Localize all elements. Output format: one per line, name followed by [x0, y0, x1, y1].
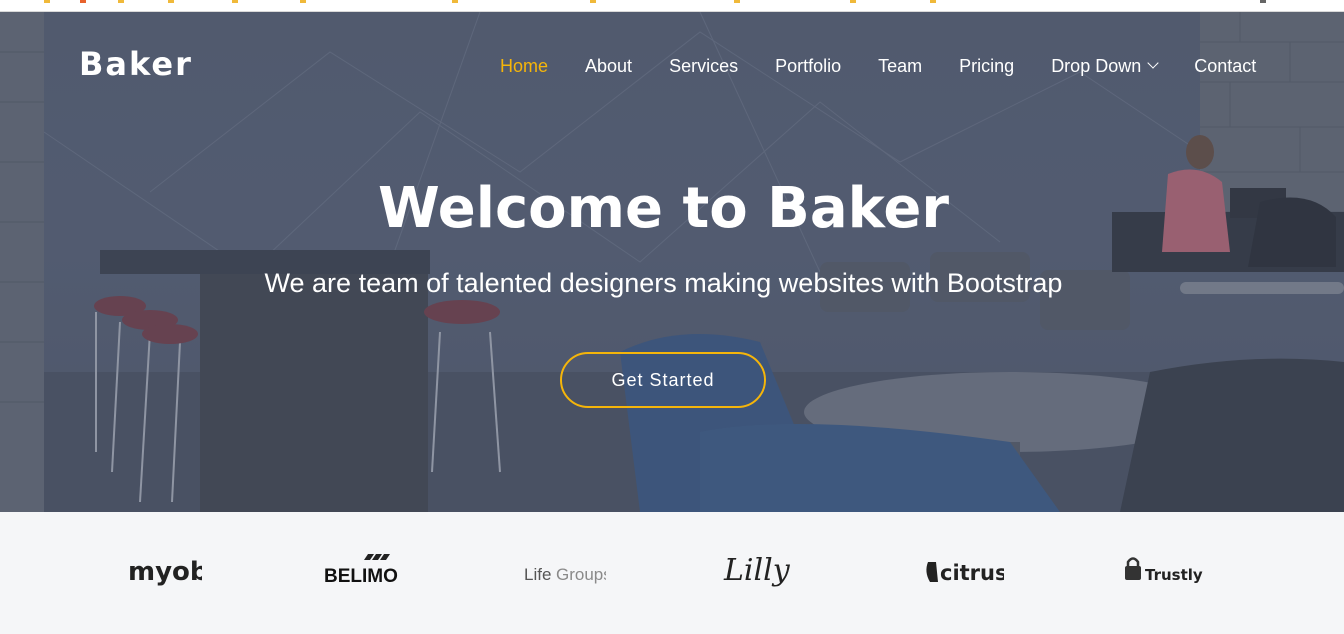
citrus-logo: citrus: [926, 561, 1004, 585]
hero-title: Welcome to Baker: [378, 176, 949, 241]
chevron-down-icon: [1147, 57, 1159, 69]
main-nav: Home About Services Portfolio Team Prici…: [500, 54, 1256, 78]
svg-text:Life: Life: [524, 565, 551, 584]
client-logo-lifegroups[interactable]: Life Groups: [522, 548, 606, 592]
client-logo-belimo[interactable]: BELIMO: [322, 548, 404, 592]
lilly-logo: Lilly: [723, 553, 791, 588]
client-logo-lilly[interactable]: Lilly: [722, 548, 804, 592]
client-logo-myob[interactable]: myob: [126, 548, 202, 592]
svg-text:Groups: Groups: [556, 565, 606, 584]
nav-item-dropdown[interactable]: Drop Down: [1051, 55, 1159, 77]
belimo-logo: BELIMO: [324, 554, 398, 587]
get-started-button[interactable]: Get Started: [560, 352, 766, 408]
nav-item-pricing[interactable]: Pricing: [959, 56, 1014, 77]
lifegroups-logo: Life Groups: [524, 565, 606, 584]
nav-item-contact[interactable]: Contact: [1194, 56, 1256, 77]
nav-item-home[interactable]: Home: [500, 56, 548, 77]
svg-text:BELIMO: BELIMO: [324, 566, 398, 587]
svg-text:Lilly: Lilly: [723, 553, 791, 588]
nav-item-dropdown-label: Drop Down: [1051, 55, 1142, 76]
svg-text:Trustly: Trustly: [1145, 566, 1203, 584]
svg-text:citrus: citrus: [940, 561, 1004, 585]
hero-subtitle: We are team of talented designers making…: [264, 268, 1063, 298]
myob-logo: myob: [128, 557, 202, 587]
nav-item-about[interactable]: About: [585, 56, 632, 77]
clients-section: myob BELIMO Life Groups Lilly citrus Tru…: [0, 512, 1344, 634]
client-logo-citrus[interactable]: citrus: [922, 548, 1004, 592]
trustly-logo: Trustly: [1125, 557, 1203, 584]
site-header: Baker Home About Services Portfolio Team…: [0, 12, 1344, 116]
svg-text:myob: myob: [128, 557, 202, 587]
client-logo-trustly[interactable]: Trustly: [1122, 548, 1204, 592]
brand-logo[interactable]: Baker: [79, 45, 193, 83]
browser-toolbar-strip: [0, 0, 1344, 12]
nav-item-team[interactable]: Team: [878, 56, 922, 77]
nav-item-portfolio[interactable]: Portfolio: [775, 56, 841, 77]
nav-item-services[interactable]: Services: [669, 56, 738, 77]
